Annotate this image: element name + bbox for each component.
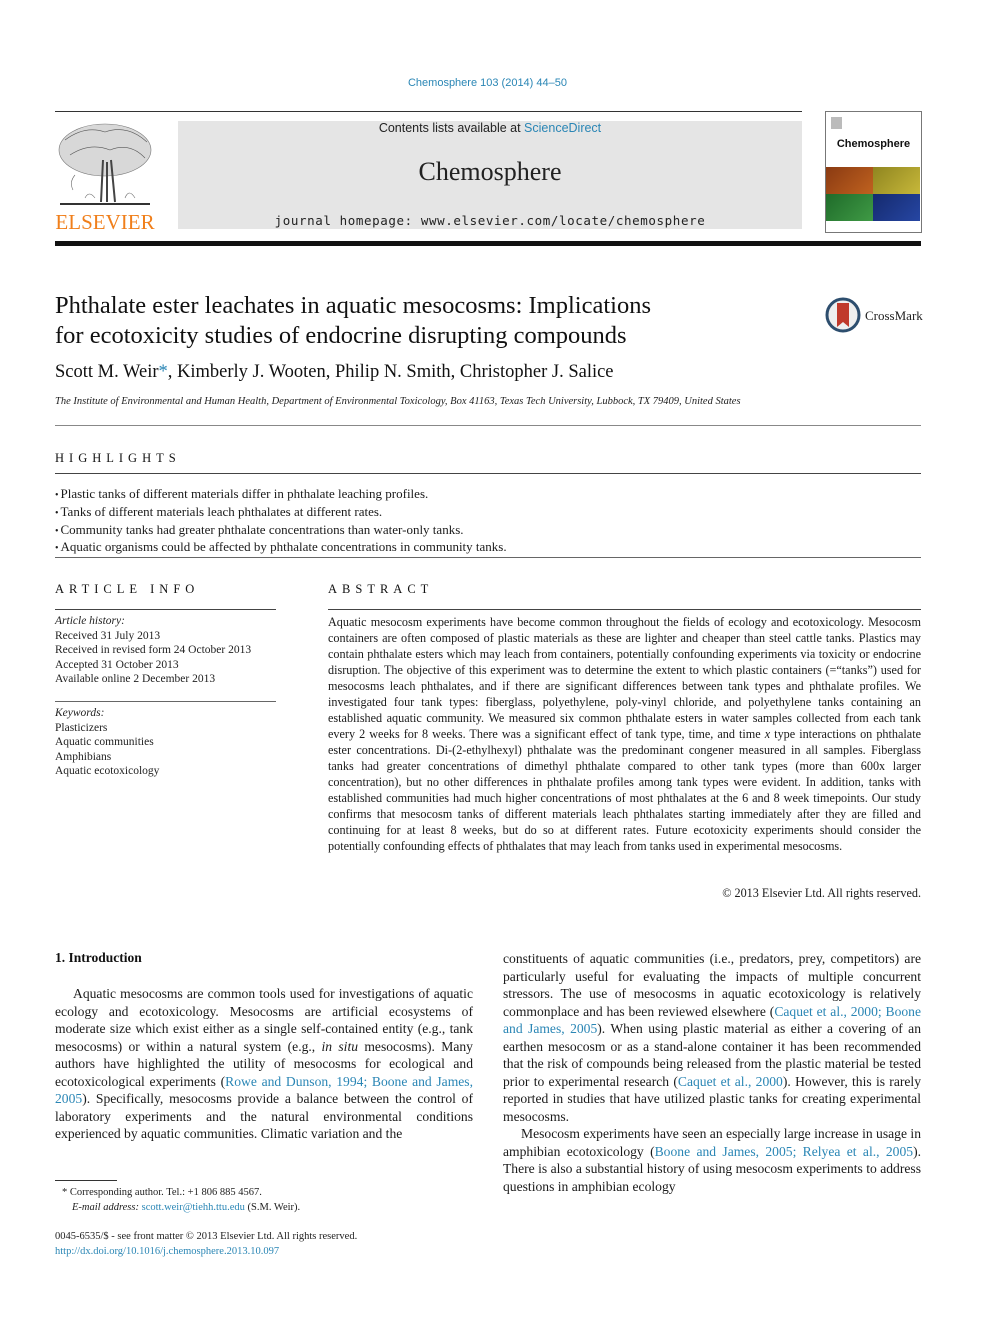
cover-quadrant-green: [826, 194, 873, 221]
highlight-item: Plastic tanks of different materials dif…: [55, 486, 507, 504]
section-heading-introduction: 1. Introduction: [55, 950, 142, 965]
keyword-item: Aquatic ecotoxicology: [55, 765, 160, 777]
article-info-heading: ARTICLE INFO: [55, 582, 200, 596]
journal-citation-link[interactable]: Chemosphere 103 (2014) 44–50: [0, 77, 975, 89]
divider: [328, 609, 921, 610]
email-suffix: (S.M. Weir).: [244, 1201, 301, 1213]
author-list: Scott M. Weir*, Kimberly J. Wooten, Phil…: [55, 362, 614, 383]
highlights-list: Plastic tanks of different materials dif…: [55, 486, 507, 557]
cover-quadrant-orange: [826, 167, 873, 194]
journal-cover-thumbnail[interactable]: Chemosphere: [825, 111, 922, 233]
body-column-left: Aquatic mesocosms are common tools used …: [55, 985, 473, 1143]
crossmark-label: CrossMark: [865, 308, 923, 323]
article-history-label: Article history:: [55, 615, 125, 627]
email-label: E-mail address:: [72, 1201, 142, 1213]
article-title-line-1: Phthalate ester leachates in aquatic mes…: [55, 292, 651, 319]
abstract-copyright: © 2013 Elsevier Ltd. All rights reserved…: [722, 886, 921, 900]
text: ). Specifically, mesocosms provide a bal…: [55, 1091, 473, 1141]
author-corresponding[interactable]: Scott M. Weir: [55, 362, 159, 382]
footnote-rule: [55, 1180, 117, 1181]
abstract-part: type interactions on phthalate ester con…: [328, 727, 921, 853]
keyword-item: Amphibians: [55, 750, 112, 763]
history-revised: Received in revised form 24 October 2013: [55, 644, 252, 656]
abstract-text: Aquatic mesocosm experiments have become…: [328, 614, 921, 854]
citation-link[interactable]: Caquet et al., 2000: [678, 1074, 783, 1089]
article-history: Article history: Received 31 July 2013 R…: [55, 614, 251, 687]
contents-prefix: Contents lists available at: [378, 121, 525, 135]
article-title-line-2: for ecotoxicity studies of endocrine dis…: [55, 322, 627, 349]
abstract-part: Aquatic mesocosm experiments have become…: [328, 615, 921, 741]
highlights-heading: HIGHLIGHTS: [55, 451, 181, 465]
highlight-item: Tanks of different materials leach phtha…: [55, 504, 507, 522]
divider: [55, 557, 921, 558]
cover-quadrant-blue: [873, 194, 920, 221]
paragraph: Aquatic mesocosms are common tools used …: [55, 985, 473, 1143]
cover-quadrant-yellow: [873, 167, 920, 194]
italic-text: in situ: [321, 1038, 359, 1054]
crossmark-icon: [825, 297, 861, 333]
divider: [55, 701, 276, 702]
author-others: , Kimberly J. Wooten, Philip N. Smith, C…: [167, 362, 614, 382]
front-matter: 0045-6535/$ - see front matter © 2013 El…: [55, 1230, 357, 1259]
body-column-right: constituents of aquatic communities (i.e…: [503, 950, 921, 1195]
highlight-item: Community tanks had greater phthalate co…: [55, 522, 507, 540]
corresponding-author-contact: * Corresponding author. Tel.: +1 806 885…: [62, 1187, 262, 1198]
keyword-item: Aquatic communities: [55, 736, 154, 748]
journal-name: Chemosphere: [418, 157, 562, 186]
crossmark-button[interactable]: CrossMark: [825, 297, 925, 335]
email-line: E-mail address: scott.weir@tiehh.ttu.edu…: [62, 1201, 300, 1216]
keywords-label: Keywords:: [55, 707, 105, 719]
elsevier-wordmark: ELSEVIER: [55, 210, 155, 234]
history-accepted: Accepted 31 October 2013: [55, 658, 179, 671]
citation-link[interactable]: Boone and James, 2005; Relyea et al., 20…: [655, 1144, 913, 1159]
history-received: Received 31 July 2013: [55, 629, 161, 642]
sciencedirect-link[interactable]: ScienceDirect: [524, 121, 601, 135]
contents-line: Contents lists available at ScienceDirec…: [178, 121, 802, 135]
keyword-item: Plasticizers: [55, 721, 108, 734]
abstract-heading: ABSTRACT: [328, 582, 434, 596]
corresponding-author-marker[interactable]: *: [159, 362, 168, 382]
journal-banner: Contents lists available at ScienceDirec…: [178, 121, 802, 229]
doi-link[interactable]: http://dx.doi.org/10.1016/j.chemosphere.…: [55, 1245, 357, 1260]
front-matter-copyright: 0045-6535/$ - see front matter © 2013 El…: [55, 1231, 358, 1242]
divider: [55, 609, 276, 610]
affiliation: The Institute of Environmental and Human…: [55, 396, 741, 407]
journal-homepage-link[interactable]: journal homepage: www.elsevier.com/locat…: [178, 213, 802, 228]
keywords: Keywords: Plasticizers Aquatic communiti…: [55, 706, 159, 779]
header-rule: [55, 111, 802, 112]
history-online: Available online 2 December 2013: [55, 673, 216, 685]
corresponding-author-footnote: * Corresponding author. Tel.: +1 806 885…: [62, 1186, 300, 1215]
divider: [55, 425, 921, 426]
cover-title: Chemosphere: [836, 138, 911, 150]
elsevier-logo[interactable]: ELSEVIER: [55, 120, 155, 235]
header-thick-rule: [55, 241, 921, 246]
elsevier-tree-icon: [58, 123, 152, 205]
highlight-item: Aquatic organisms could be affected by p…: [55, 539, 507, 557]
cover-publisher-icon: [831, 117, 842, 129]
email-link[interactable]: scott.weir@tiehh.ttu.edu: [142, 1202, 245, 1213]
paragraph: Mesocosm experiments have seen an especi…: [503, 1125, 921, 1195]
article-title: Phthalate ester leachates in aquatic mes…: [55, 291, 775, 351]
paragraph: constituents of aquatic communities (i.e…: [503, 950, 921, 1125]
divider: [55, 473, 921, 474]
